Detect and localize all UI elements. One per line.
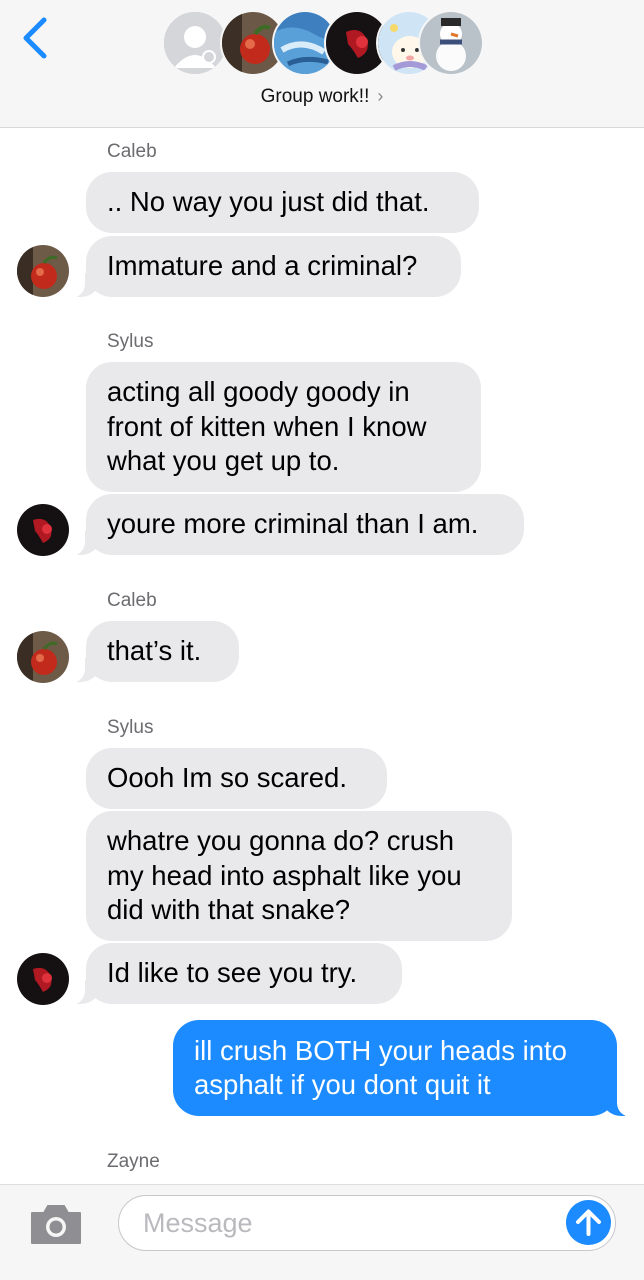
message-bubble[interactable]: acting all goody goody in front of kitte… (86, 362, 481, 492)
message-text: my head into asphalt like you (107, 859, 462, 891)
caleb-avatar[interactable] (17, 245, 69, 297)
bubble-tail (67, 979, 101, 1005)
conversation-header: Group work!! › (0, 0, 644, 128)
sender-name: Caleb (107, 590, 157, 611)
bubble-tail (67, 530, 101, 556)
snowman-photo-avatar (418, 10, 484, 76)
group-avatars[interactable] (162, 10, 484, 78)
message-input-bar (0, 1184, 644, 1280)
group-name-button[interactable]: Group work!! › (0, 86, 644, 108)
bubble-tail (67, 272, 101, 298)
message-text: ill crush BOTH your heads into (194, 1034, 567, 1066)
message-text: front of kitten when I know (107, 410, 427, 442)
message-bubble[interactable]: whatre you gonna do? crush my head into … (86, 811, 512, 941)
message-bubble[interactable]: that’s it. (86, 621, 239, 682)
bubble-tail (601, 1091, 635, 1117)
message-text: Id like to see you try. (107, 957, 358, 989)
message-text: what you get up to. (107, 445, 340, 477)
caleb-avatar[interactable] (17, 631, 69, 683)
sender-name: Caleb (107, 141, 157, 162)
outgoing-message-bubble[interactable]: ill crush BOTH your heads into asphalt i… (173, 1020, 617, 1116)
sender-name: Zayne (107, 1151, 160, 1172)
message-text: acting all goody goody in (107, 376, 410, 408)
message-bubble[interactable]: .. No way you just did that. (86, 172, 479, 233)
camera-icon (31, 1205, 81, 1244)
bubble-tail (67, 657, 101, 683)
message-text: Oooh Im so scared. (107, 762, 347, 794)
message-bubble[interactable]: Oooh Im so scared. (86, 748, 387, 809)
chevron-left-icon (23, 17, 47, 59)
back-button[interactable] (18, 16, 54, 60)
group-name: Group work!! (260, 86, 370, 107)
message-bubble[interactable]: Id like to see you try. (86, 943, 402, 1004)
message-text: youre more criminal than I am. (107, 508, 479, 540)
message-bubble[interactable]: youre more criminal than I am. (86, 494, 524, 555)
chevron-right-icon: › (377, 86, 384, 106)
sylus-avatar[interactable] (17, 504, 69, 556)
camera-button[interactable] (28, 1201, 84, 1247)
message-text: .. No way you just did that. (107, 186, 430, 218)
message-bubble[interactable]: Immature and a criminal? (86, 236, 461, 297)
send-button[interactable] (566, 1200, 611, 1245)
sylus-avatar[interactable] (17, 953, 69, 1005)
message-input[interactable] (141, 1196, 565, 1251)
sender-name: Sylus (107, 331, 154, 352)
default-person-icon (162, 10, 228, 76)
message-text: Immature and a criminal? (107, 250, 418, 282)
message-text: asphalt if you dont quit it (194, 1069, 491, 1100)
message-text: whatre you gonna do? crush (107, 825, 455, 857)
message-field[interactable] (118, 1195, 616, 1251)
message-text: did with that snake? (107, 894, 351, 926)
sender-name: Sylus (107, 717, 154, 738)
arrow-up-icon (576, 1209, 601, 1236)
message-text: that’s it. (107, 635, 202, 667)
